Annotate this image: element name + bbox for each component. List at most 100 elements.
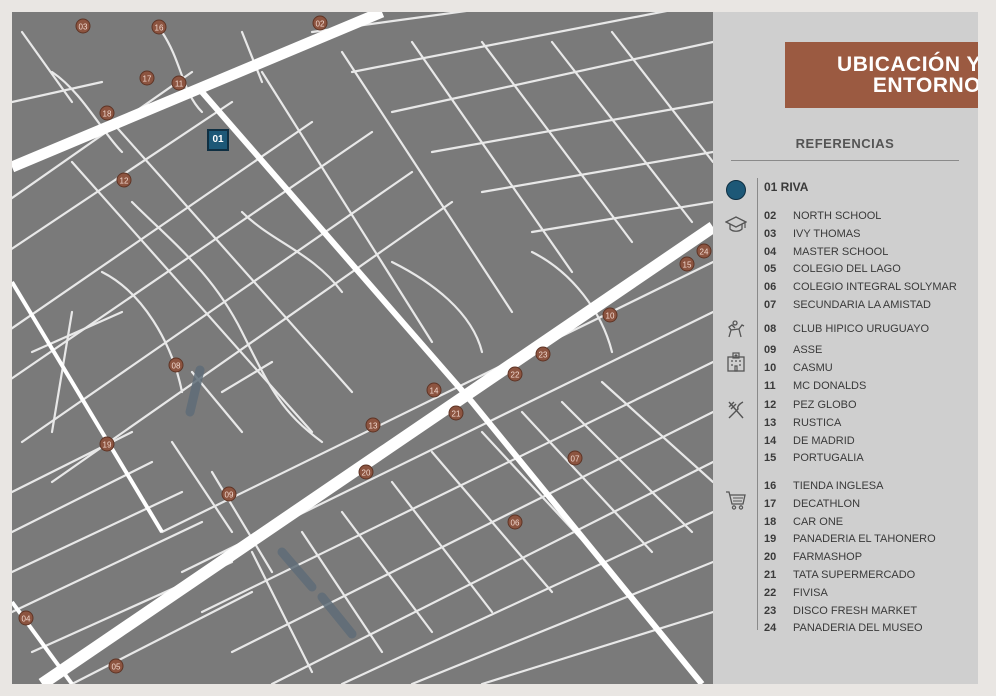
legend-item-23: 23 DISCO FRESH MARKET: [764, 605, 917, 617]
legend-item-name: PEZ GLOBO: [793, 399, 857, 411]
map-marker-08[interactable]: 08: [168, 357, 184, 373]
legend-item-name: CLUB HIPICO URUGUAYO: [793, 323, 930, 335]
legend-item-name: PORTUGALIA: [793, 452, 864, 465]
hospital-building-icon: [727, 352, 745, 372]
legend-item-name: FARMASHOP: [793, 551, 863, 564]
legend-item-name: NORTH SCHOOL: [793, 210, 882, 222]
references-heading: REFERENCIAS: [795, 136, 895, 151]
map-marker-03[interactable]: 03: [75, 18, 91, 34]
legend-item-11: 11 MC DONALDS: [764, 380, 866, 392]
map-marker-05[interactable]: 05: [108, 658, 124, 674]
legend-item-24: 24 PANADERIA DEL MUSEO: [764, 622, 923, 634]
legend-item-number: 22: [764, 586, 777, 599]
legend-item-name: MASTER SCHOOL: [793, 245, 889, 258]
legend-item-name: CASMU: [793, 361, 833, 374]
legend-item-17: 17 DECATHLON: [764, 498, 860, 510]
map-marker-21[interactable]: 21: [448, 405, 464, 421]
legend-item-name: TIENDA INGLESA: [793, 480, 884, 492]
street-network: [12, 12, 713, 684]
legend-item-number: 09: [764, 344, 777, 356]
legend-item-name: MC DONALDS: [793, 379, 867, 392]
street-map[interactable]: 01 03 16 02 17 11 18 12 15 24 10 08 23 2…: [12, 12, 713, 684]
map-marker-17[interactable]: 17: [139, 70, 155, 86]
title-line-1: UBICACIÓN Y: [837, 53, 978, 76]
legend-item-08: 08 CLUB HIPICO URUGUAYO: [764, 323, 929, 335]
legend-item-21: 21 TATA SUPERMERCADO: [764, 569, 915, 581]
map-marker-07[interactable]: 07: [567, 450, 583, 466]
legend-item-number: 20: [764, 551, 777, 564]
legend-item-03: 03 IVY THOMAS: [764, 228, 860, 240]
legend-item-number: 18: [764, 515, 777, 528]
main-location-label: 01 RIVA: [764, 180, 809, 194]
map-marker-16[interactable]: 16: [151, 19, 167, 35]
legend-item-number: 12: [764, 399, 777, 411]
legend-item-name: COLEGIO INTEGRAL SOLYMAR: [793, 281, 957, 294]
legend-item-name: IVY THOMAS: [793, 227, 861, 240]
main-location-marker[interactable]: 01: [207, 129, 229, 151]
map-sheet: 01 03 16 02 17 11 18 12 15 24 10 08 23 2…: [12, 12, 978, 684]
legend-item-name: CAR ONE: [793, 515, 844, 528]
legend-item-number: 07: [764, 299, 777, 311]
map-marker-22[interactable]: 22: [507, 366, 523, 382]
legend-item-number: 06: [764, 281, 777, 294]
map-marker-14[interactable]: 14: [426, 382, 442, 398]
legend-item-number: 11: [764, 379, 776, 392]
map-marker-15[interactable]: 15: [679, 256, 695, 272]
fork-knife-icon: [728, 401, 744, 419]
shopping-cart-icon: [726, 491, 746, 510]
map-marker-12[interactable]: 12: [116, 172, 132, 188]
legend-item-18: 18 CAR ONE: [764, 516, 843, 528]
references-divider: [731, 160, 959, 161]
legend-item-number: 24: [764, 622, 777, 635]
legend-item-number: 02: [764, 210, 777, 222]
legend-item-12: 12 PEZ GLOBO: [764, 399, 857, 411]
legend-item-14: 14 DE MADRID: [764, 435, 855, 447]
legend-item-09: 09 ASSE: [764, 344, 822, 356]
legend-item-15: 15 PORTUGALIA: [764, 452, 864, 464]
legend-item-13: 13 RUSTICA: [764, 417, 841, 429]
legend-item-number: 15: [764, 452, 777, 465]
legend-item-name: DECATHLON: [793, 497, 861, 510]
graduation-cap-icon: [725, 216, 747, 232]
legend-item-number: 21: [764, 569, 777, 581]
map-marker-06[interactable]: 06: [507, 514, 523, 530]
legend-item-22: 22 FIVISA: [764, 587, 828, 599]
map-marker-13[interactable]: 13: [365, 417, 381, 433]
legend-item-name: SECUNDARIA LA AMISTAD: [793, 299, 931, 311]
legend-item-name: COLEGIO DEL LAGO: [793, 263, 901, 276]
legend-item-10: 10 CASMU: [764, 362, 833, 374]
legend-panel: UBICACIÓN Y ENTORNO REFERENCIAS 01 RIVA: [713, 12, 978, 684]
page-title: UBICACIÓN Y ENTORNO: [785, 42, 978, 108]
legend-item-07: 07 SECUNDARIA LA AMISTAD: [764, 299, 931, 311]
legend-item-name: TATA SUPERMERCADO: [793, 569, 916, 581]
legend-item-04: 04 MASTER SCHOOL: [764, 246, 888, 258]
map-marker-04[interactable]: 04: [18, 610, 34, 626]
map-marker-19[interactable]: 19: [99, 436, 115, 452]
map-marker-11[interactable]: 11: [171, 75, 187, 91]
legend-item-20: 20 FARMASHOP: [764, 551, 862, 563]
legend-item-number: 17: [764, 497, 777, 510]
legend-item-02: 02 NORTH SCHOOL: [764, 210, 881, 222]
map-marker-09[interactable]: 09: [221, 486, 237, 502]
map-marker-18[interactable]: 18: [99, 105, 115, 121]
legend-item-name: PANADERIA EL TAHONERO: [793, 533, 936, 546]
legend-item-number: 16: [764, 480, 777, 492]
legend-item-name: DISCO FRESH MARKET: [793, 604, 918, 617]
map-marker-23[interactable]: 23: [535, 346, 551, 362]
map-marker-24[interactable]: 24: [696, 243, 712, 259]
legend-vertical-divider: [757, 178, 758, 630]
legend-item-name: FIVISA: [793, 586, 828, 599]
map-marker-20[interactable]: 20: [358, 464, 374, 480]
title-line-2: ENTORNO: [872, 74, 978, 97]
map-marker-02[interactable]: 02: [312, 15, 328, 31]
legend-item-number: 14: [764, 434, 777, 447]
legend-item-19: 19 PANADERIA EL TAHONERO: [764, 533, 936, 545]
legend-item-number: 10: [764, 361, 777, 374]
legend-item-number: 19: [764, 533, 777, 546]
legend-item-number: 23: [764, 604, 777, 617]
legend-item-number: 04: [764, 245, 777, 258]
legend-item-number: 08: [764, 323, 777, 335]
legend-item-name: DE MADRID: [793, 434, 855, 447]
legend-item-name: RUSTICA: [793, 416, 842, 429]
map-marker-10[interactable]: 10: [602, 307, 618, 323]
